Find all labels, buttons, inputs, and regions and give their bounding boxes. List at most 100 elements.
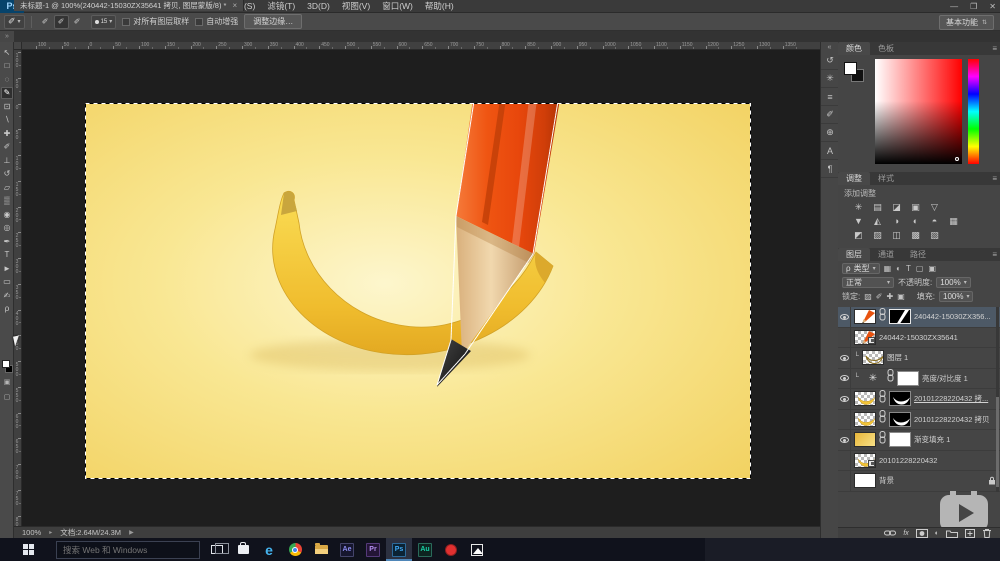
visibility-toggle[interactable]	[838, 348, 851, 368]
color-field[interactable]	[875, 59, 962, 164]
visibility-toggle[interactable]	[838, 430, 851, 450]
layer-row[interactable]: 240442-15030ZX356...	[838, 307, 1000, 328]
tool-preset-picker[interactable]: ✐ ▾	[4, 15, 25, 29]
path-selection-tool[interactable]: ►	[1, 262, 13, 274]
tab-paths[interactable]: 路径	[902, 248, 934, 261]
properties-panel-icon[interactable]: ✳	[821, 70, 839, 88]
channel-mixer-icon[interactable]: ◓	[928, 215, 941, 227]
levels-icon[interactable]: ▤	[871, 201, 884, 213]
photo-filter-icon[interactable]: ◐	[909, 215, 922, 227]
layer-mask-thumbnail[interactable]	[889, 391, 911, 406]
tab-styles[interactable]: 样式	[870, 172, 902, 185]
dodge-tool[interactable]: ◎	[1, 222, 13, 234]
visibility-toggle[interactable]	[838, 451, 851, 471]
search-input[interactable]	[56, 541, 200, 559]
premiere-icon[interactable]: Pr	[360, 538, 386, 561]
layer-thumbnail[interactable]	[862, 350, 884, 365]
zoom-level[interactable]: 100%	[22, 528, 41, 537]
layer-row[interactable]: └✳亮度/对比度 1	[838, 369, 1000, 390]
layer-row[interactable]: 240442-15030ZX35641	[838, 328, 1000, 349]
layer-row[interactable]: 20101228220432	[838, 451, 1000, 472]
info-panel-icon[interactable]: ≡	[821, 88, 839, 106]
visibility-toggle[interactable]	[838, 389, 851, 409]
lock-transparency-icon[interactable]: ▨	[864, 292, 872, 301]
filter-shape-icon[interactable]: ▢	[916, 264, 924, 273]
menu-item-7[interactable]: 3D(D)	[301, 0, 336, 13]
edge-icon[interactable]: e	[256, 538, 282, 561]
type-tool[interactable]: T	[1, 249, 13, 261]
character-panel-icon[interactable]: A	[821, 142, 839, 160]
brightness-contrast-icon[interactable]: ✳	[852, 201, 865, 213]
layer-name[interactable]: 亮度/对比度 1	[922, 373, 998, 384]
add-mask-icon[interactable]	[916, 529, 928, 538]
filter-kind-dropdown[interactable]: ρ 类型 ▾	[842, 263, 880, 274]
delete-layer-icon[interactable]	[982, 528, 992, 538]
clone-source-panel-icon[interactable]: ⊕	[821, 124, 839, 142]
panel-menu-icon[interactable]: ≡	[992, 44, 997, 53]
tab-adjustments[interactable]: 调整	[838, 172, 870, 185]
threshold-icon[interactable]: ◫	[890, 229, 903, 241]
layer-mask-thumbnail[interactable]	[889, 412, 911, 427]
zoom-tool[interactable]: ρ	[1, 303, 13, 315]
lasso-tool[interactable]: ◌	[1, 73, 13, 85]
layer-mask-thumbnail[interactable]	[897, 371, 919, 386]
filter-pixel-icon[interactable]: ▦	[884, 264, 892, 273]
minimize-button[interactable]: —	[950, 0, 958, 13]
filter-type-icon[interactable]: T	[906, 264, 911, 273]
layer-name[interactable]: 20101228220432 拷...	[914, 393, 998, 404]
task-view-icon[interactable]	[204, 538, 230, 561]
toolbox-collapse-button[interactable]: »	[0, 31, 14, 42]
posterize-icon[interactable]: ▨	[871, 229, 884, 241]
panel-menu-icon[interactable]: ≡	[992, 250, 997, 259]
new-adjustment-icon[interactable]: ◐	[935, 530, 939, 537]
layer-thumbnail[interactable]	[854, 391, 876, 406]
file-explorer-icon[interactable]	[308, 538, 334, 561]
shape-tool[interactable]: ▭	[1, 276, 13, 288]
lock-pixels-icon[interactable]: ✐	[876, 292, 883, 301]
filter-smart-icon[interactable]: ▣	[928, 264, 936, 273]
invert-icon[interactable]: ◩	[852, 229, 865, 241]
visibility-toggle[interactable]	[838, 471, 851, 491]
marquee-tool[interactable]: □	[1, 60, 13, 72]
vertical-ruler[interactable]: 1005005010015020025030035040045050055060…	[14, 50, 22, 526]
photoshop-icon[interactable]: Ps	[386, 538, 412, 561]
layer-thumbnail[interactable]	[854, 309, 876, 324]
layer-name[interactable]: 20101228220432 拷贝	[914, 414, 998, 425]
tab-layers[interactable]: 图层	[838, 248, 870, 261]
visibility-toggle[interactable]	[838, 328, 851, 348]
foreground-color-swatch[interactable]	[844, 62, 857, 75]
chrome-icon[interactable]	[282, 538, 308, 561]
healing-brush-tool[interactable]: ✚	[1, 127, 13, 139]
tab-swatches[interactable]: 色板	[870, 42, 902, 55]
close-button[interactable]: ✕	[989, 0, 996, 13]
layer-name[interactable]: 渐变填充 1	[914, 434, 998, 445]
brush-tool[interactable]: ✐	[1, 141, 13, 153]
lock-all-icon[interactable]: ▣	[897, 292, 905, 301]
hue-slider[interactable]	[968, 59, 979, 164]
start-button[interactable]	[0, 538, 56, 561]
canvas-artwork[interactable]	[85, 103, 751, 479]
curves-icon[interactable]: ◪	[890, 201, 903, 213]
blend-mode-dropdown[interactable]: 正常 ▾	[842, 277, 894, 288]
black-white-icon[interactable]: ◑	[890, 215, 903, 227]
history-brush-tool[interactable]: ↺	[1, 168, 13, 180]
layer-row[interactable]: 20101228220432 拷贝	[838, 410, 1000, 431]
layer-name[interactable]: 240442-15030ZX356...	[914, 312, 998, 321]
vibrance-icon[interactable]: ▽	[928, 201, 941, 213]
layer-thumbnail[interactable]	[854, 330, 876, 345]
layer-thumbnail[interactable]	[854, 473, 876, 488]
layer-row[interactable]: 背景	[838, 471, 1000, 492]
store-icon[interactable]	[230, 538, 256, 561]
menu-item-10[interactable]: 帮助(H)	[419, 0, 460, 13]
auto-enhance-checkbox[interactable]: 自动增强	[195, 16, 238, 27]
recorder-icon[interactable]	[438, 538, 464, 561]
restore-button[interactable]: ❐	[970, 0, 977, 13]
history-panel-icon[interactable]: ↺	[821, 52, 839, 70]
status-arrow-icon[interactable]: ▶	[129, 529, 134, 536]
layer-thumbnail[interactable]	[854, 432, 876, 447]
photos-icon[interactable]	[464, 538, 490, 561]
tab-color[interactable]: 颜色	[838, 42, 870, 55]
audition-icon[interactable]: Au	[412, 538, 438, 561]
menu-item-9[interactable]: 窗口(W)	[376, 0, 419, 13]
refine-edge-button[interactable]: 调整边缘…	[244, 14, 302, 29]
